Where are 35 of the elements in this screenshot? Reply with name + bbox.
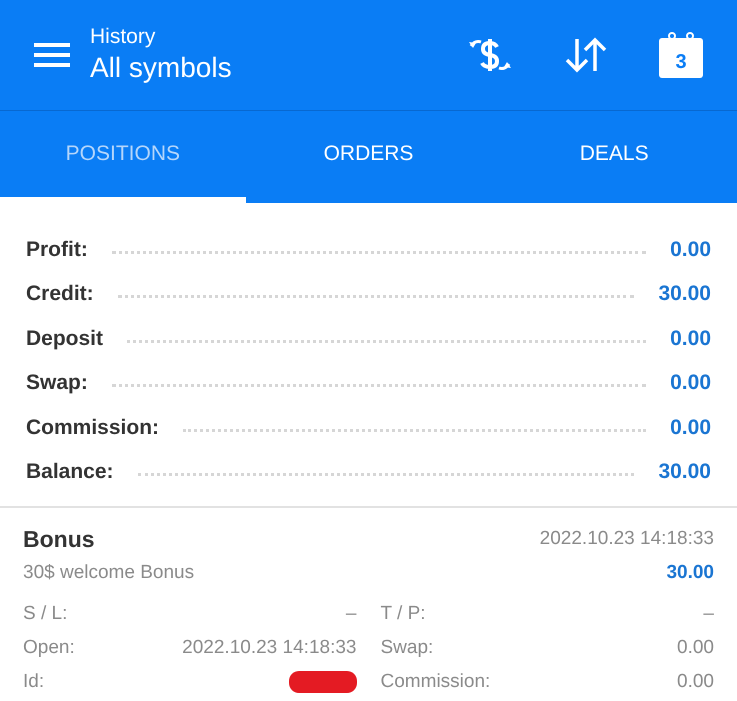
summary-value: 30.00: [658, 281, 711, 307]
summary-label: Deposit: [26, 326, 104, 352]
header-subtitle: History: [90, 24, 156, 50]
detail-label: Id:: [23, 670, 44, 694]
detail-value: 2022.10.23 14:18:33: [182, 636, 356, 660]
deal-time: 2022.10.23 14:18:33: [540, 527, 714, 551]
detail-label: Swap:: [380, 636, 434, 660]
detail-label: Commission:: [380, 670, 490, 694]
summary-label: Commission:: [26, 414, 160, 440]
summary-label: Credit:: [26, 281, 94, 307]
detail-value: –: [346, 602, 356, 626]
tab[interactable]: DEALS: [491, 111, 737, 203]
detail-label: Open:: [23, 636, 75, 660]
summary-label: Swap:: [26, 370, 88, 396]
detail-label: S / L:: [23, 602, 68, 626]
deal-comment: 30$ welcome Bonus: [23, 560, 194, 584]
summary-value: 0.00: [670, 326, 711, 352]
detail-value: 0.00: [677, 670, 714, 694]
summary-value: 0.00: [670, 370, 711, 396]
deal-amount: 30.00: [666, 560, 714, 584]
summary-value: 0.00: [670, 414, 711, 440]
summary-label: Profit:: [26, 236, 88, 262]
summary-value: 30.00: [658, 459, 711, 485]
tab[interactable]: ORDERS: [246, 111, 492, 203]
deal-title: Bonus: [23, 525, 95, 554]
tab[interactable]: POSITIONS: [0, 111, 246, 203]
detail-value: –: [703, 602, 714, 626]
summary-value: 0.00: [670, 236, 711, 262]
header-title: All symbols: [90, 51, 232, 85]
menu-icon[interactable]: [34, 42, 70, 68]
detail-label: T / P:: [380, 602, 426, 626]
detail-value: 0.00: [677, 636, 714, 660]
sort-icon[interactable]: [565, 37, 607, 73]
redaction-mark: [288, 671, 356, 693]
summary-label: Balance:: [26, 459, 114, 485]
